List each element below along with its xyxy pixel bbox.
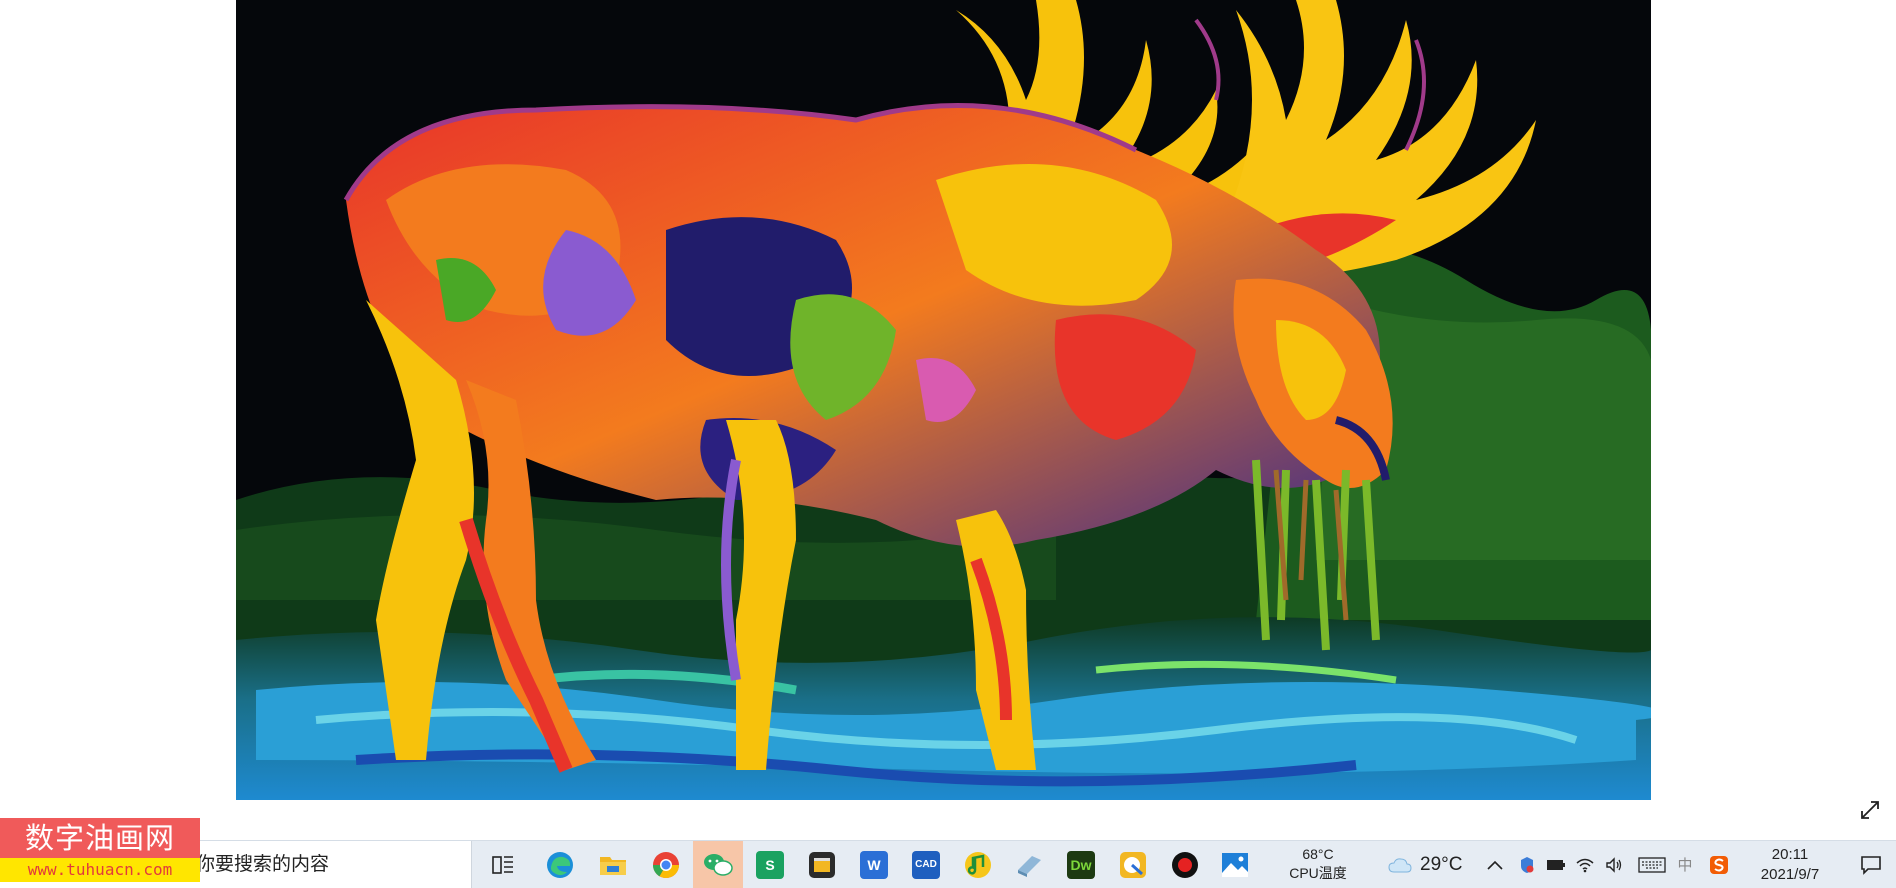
book-icon [1018,855,1041,877]
sogou-input-button[interactable] [1706,841,1732,888]
recorder-button[interactable] [1160,841,1210,888]
site-watermark: 数字油画网 www.tuhuacn.com [0,818,200,888]
volume-button[interactable] [1601,841,1627,888]
ime-language-button[interactable]: 中 [1672,841,1698,888]
show-hidden-icons-button[interactable] [1482,841,1508,888]
cpu-temp-value: 68°C [1302,846,1334,862]
chrome-button[interactable] [641,841,691,888]
touch-keyboard-button[interactable] [1636,841,1668,888]
wifi-button[interactable] [1572,841,1598,888]
ime-label: 中 [1677,857,1693,874]
edge-browser-icon [547,851,573,878]
cad-button[interactable]: CAD [901,841,951,888]
photos-icon [1222,852,1248,877]
word-button[interactable]: W [849,841,899,888]
task-view-button[interactable] [478,841,528,888]
cpu-temp-label: CPU温度 [1289,865,1347,881]
clock-time: 20:11 [1771,846,1809,863]
clock-date: 2021/9/7 [1760,866,1820,883]
file-explorer-button[interactable] [588,841,638,888]
chevron-up-icon [1487,860,1503,870]
record-icon [1172,851,1198,878]
image-viewer [0,0,1896,840]
search-placeholder[interactable]: 你要搜索的内容 [196,841,329,888]
tray-security-button[interactable] [1514,841,1540,888]
watermark-url: www.tuhuacn.com [0,858,200,882]
dreamweaver-icon: Dw [1067,850,1095,879]
photos-button[interactable] [1210,841,1260,888]
weather-widget[interactable]: 29°C [1388,841,1462,888]
watermark-title: 数字油画网 [0,818,200,858]
cpu-temperature-widget[interactable]: 68°C CPU温度 [1268,845,1368,883]
video-clapper-icon [809,851,835,878]
speaker-icon [1606,856,1622,873]
battery-icon [1547,859,1565,870]
s-app-icon: S [756,850,784,879]
taskbar: 你要搜索的内容 S W CAD Dw 68°C CPU温度 29°C 中 20:… [0,840,1896,888]
word-icon: W [860,850,888,879]
expand-icon[interactable] [1858,798,1882,822]
weather-temp: 29°C [1420,853,1463,875]
wps-sheets-button[interactable]: S [745,841,795,888]
task-view-icon [492,855,513,874]
cad-icon: CAD [912,850,940,879]
moose-painting-image[interactable] [236,0,1651,800]
notification-center-button[interactable] [1846,841,1896,888]
folder-icon [600,856,626,875]
edge-button[interactable] [535,841,585,888]
security-shield-icon [1521,856,1534,873]
paint-app-button[interactable] [1108,841,1158,888]
clock[interactable]: 20:11 2021/9/7 [1744,845,1836,885]
dreamweaver-button[interactable]: Dw [1056,841,1106,888]
wechat-icon [704,853,733,876]
music-button[interactable] [953,841,1003,888]
wechat-button[interactable] [693,841,743,888]
keyboard-icon [1638,856,1666,873]
moose-artwork-svg [236,0,1651,800]
music-icon [965,851,991,878]
book-app-button[interactable] [1004,841,1054,888]
wifi-icon [1576,858,1594,872]
battery-button[interactable] [1543,841,1569,888]
notification-icon [1861,855,1881,875]
sogou-s-icon [1710,855,1728,874]
chrome-icon [652,851,680,878]
cloud-icon [1388,857,1412,872]
paint-icon [1120,851,1146,878]
video-app-button[interactable] [797,841,847,888]
